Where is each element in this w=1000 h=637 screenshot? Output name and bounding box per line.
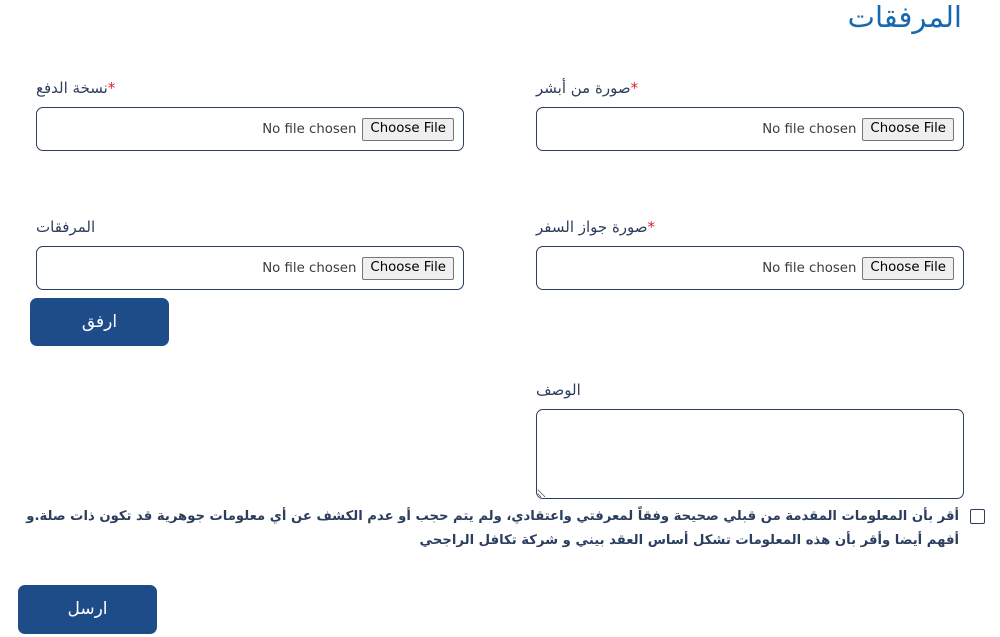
description-label: الوصف	[536, 381, 581, 399]
label-text: صورة من أبشر	[536, 79, 631, 97]
field-row-2: *صورة جواز السفر Choose File No file cho…	[0, 217, 1000, 290]
file-status-payment-copy: No file chosen	[262, 121, 357, 137]
file-status-absher-image: No file chosen	[762, 121, 857, 137]
choose-file-button-absher-image[interactable]: Choose File	[862, 117, 954, 141]
attachments-form: *صورة من أبشر Choose File No file chosen…	[0, 78, 1000, 290]
label-passport-image: *صورة جواز السفر	[536, 217, 964, 237]
label-text: صورة جواز السفر	[536, 218, 648, 236]
required-asterisk: *	[107, 79, 116, 97]
consent-text: أقر بأن المعلومات المقدمة من قبلي صحيحة …	[26, 509, 959, 548]
label-text: نسخة الدفع	[36, 79, 108, 97]
field-payment-copy: *نسخة الدفع Choose File No file chosen	[0, 78, 500, 151]
required-asterisk: *	[630, 79, 639, 97]
label-payment-copy: *نسخة الدفع	[36, 78, 464, 98]
choose-file-button-attachments[interactable]: Choose File	[362, 256, 454, 280]
file-input-absher-image[interactable]: Choose File No file chosen	[536, 107, 964, 151]
field-passport-image: *صورة جواز السفر Choose File No file cho…	[500, 217, 1000, 290]
consent-row: أقر بأن المعلومات المقدمة من قبلي صحيحة …	[12, 505, 988, 553]
description-textarea[interactable]	[536, 409, 964, 499]
file-status-attachments: No file chosen	[262, 260, 357, 276]
choose-file-button-payment-copy[interactable]: Choose File	[362, 117, 454, 141]
label-attachments: المرفقات	[36, 217, 464, 237]
description-block: الوصف	[500, 380, 1000, 499]
choose-file-button-passport-image[interactable]: Choose File	[862, 256, 954, 280]
field-absher-image: *صورة من أبشر Choose File No file chosen	[500, 78, 1000, 151]
submit-button[interactable]: ارسل	[18, 585, 157, 634]
file-input-attachments[interactable]: Choose File No file chosen	[36, 246, 464, 290]
label-absher-image: *صورة من أبشر	[536, 78, 964, 98]
required-asterisk: *	[647, 218, 656, 236]
label-text: المرفقات	[36, 218, 96, 236]
file-input-passport-image[interactable]: Choose File No file chosen	[536, 246, 964, 290]
file-input-payment-copy[interactable]: Choose File No file chosen	[36, 107, 464, 151]
page-title: المرفقات	[847, 0, 962, 34]
row-spacer	[0, 151, 1000, 217]
file-status-passport-image: No file chosen	[762, 260, 857, 276]
attach-button[interactable]: ارفق	[30, 298, 169, 346]
field-attachments: المرفقات Choose File No file chosen	[0, 217, 500, 290]
consent-checkbox[interactable]	[970, 509, 985, 524]
field-row-1: *صورة من أبشر Choose File No file chosen…	[0, 78, 1000, 151]
